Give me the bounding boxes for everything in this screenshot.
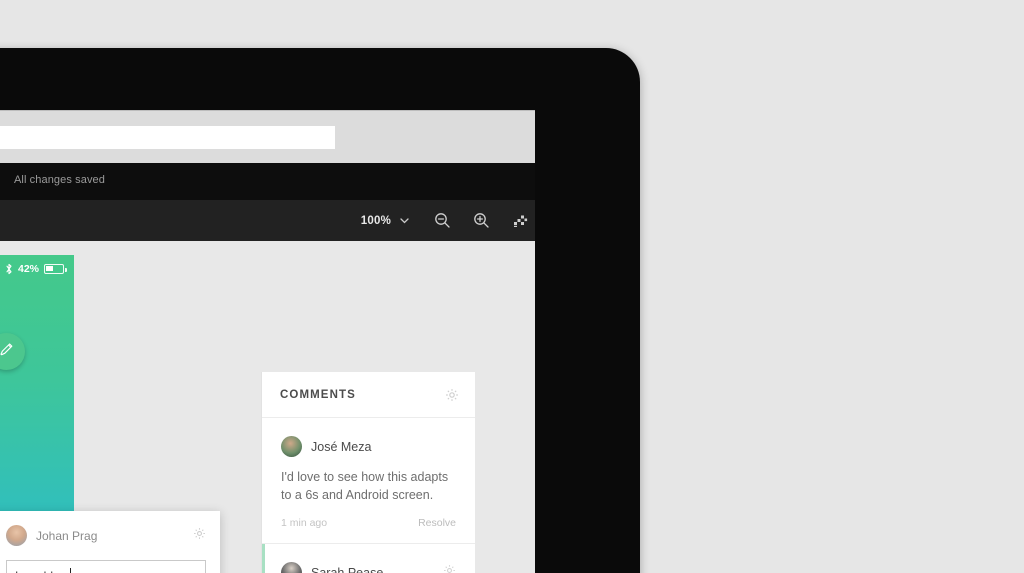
bluetooth-icon <box>5 263 13 275</box>
zoom-level-value[interactable]: 100% <box>351 200 395 241</box>
save-status-text: All changes saved <box>14 174 105 186</box>
text-caret <box>70 568 71 573</box>
tablet-screen: All changes saved S 100% <box>0 110 535 573</box>
pencil-edit-icon <box>0 341 15 363</box>
gear-icon[interactable] <box>193 527 206 545</box>
zoom-in-icon[interactable] <box>462 200 501 241</box>
gear-icon[interactable] <box>443 564 456 573</box>
canvas-toolbar: 100% <box>0 200 535 241</box>
chevron-down-icon[interactable] <box>395 200 423 241</box>
comments-panel-title: COMMENTS <box>280 388 356 401</box>
comment-item[interactable]: José Meza I'd love to see how this adapt… <box>262 418 475 544</box>
url-bar-input[interactable] <box>0 126 335 149</box>
comment-popover[interactable]: Johan Prag I would sug Reply <box>0 511 220 573</box>
resolve-action[interactable]: Resolve <box>418 517 456 529</box>
comment-body: I'd love to see how this adapts to a 6s … <box>281 470 449 502</box>
comment-timestamp: 1 min ago <box>281 517 328 529</box>
edit-fab-button[interactable] <box>0 333 25 370</box>
fit-to-screen-icon[interactable] <box>501 200 535 241</box>
reply-textarea-value: I would sug <box>15 569 76 573</box>
popover-author-name: Johan Prag <box>36 528 98 543</box>
comment-item[interactable]: Sarah Pease Here are updated versions! W… <box>262 544 475 573</box>
comment-author: Sarah Pease <box>311 565 384 573</box>
comments-panel[interactable]: COMMENTS José Meza I'd love to see how t… <box>261 372 475 573</box>
app-top-bar: All changes saved S <box>0 163 535 200</box>
avatar <box>281 436 302 457</box>
comment-header: Sarah Pease <box>281 562 456 573</box>
gear-icon[interactable] <box>445 388 459 407</box>
battery-percent-text: 42% <box>17 263 39 275</box>
avatar <box>281 562 302 573</box>
comment-author: José Meza <box>311 439 372 454</box>
comment-header: José Meza <box>281 436 456 457</box>
zoom-out-icon[interactable] <box>423 200 462 241</box>
avatar <box>6 525 27 546</box>
design-canvas[interactable]: 42% Johan Prag COMMENTS José Meza I'd lo… <box>0 241 535 573</box>
comments-panel-header: COMMENTS <box>262 372 475 418</box>
tablet-device-frame: All changes saved S 100% <box>0 48 640 573</box>
reply-textarea[interactable]: I would sug <box>6 560 206 573</box>
popover-header: Johan Prag <box>0 511 220 546</box>
browser-chrome <box>0 110 535 163</box>
comment-meta: 1 min ago Resolve <box>281 517 456 529</box>
battery-icon <box>44 264 67 274</box>
phone-status-bar: 42% <box>5 263 67 275</box>
